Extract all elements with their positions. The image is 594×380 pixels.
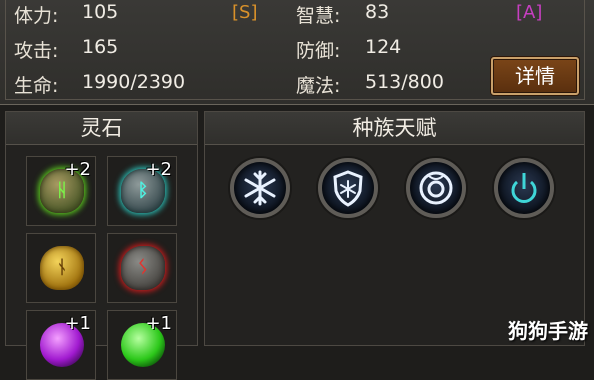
attack-value: 165 (82, 36, 119, 58)
mana-ring-icon (419, 171, 453, 205)
stats-panel: 体力: 105 [S] 智慧: 83 [A] 攻击: 165 防御: 124 生… (0, 0, 594, 105)
talent-snowflake[interactable] (230, 158, 290, 218)
strength-value: 105 (82, 1, 119, 23)
talent-frost-shield[interactable] (318, 158, 378, 218)
gold-rune-stone-icon: ᚾ (40, 246, 84, 290)
strength-label: 体力: (14, 5, 59, 27)
watermark: 狗狗手游 (508, 319, 588, 343)
rune-slot-4[interactable]: ᛊ (107, 233, 177, 303)
rune-level-badge: +1 (145, 313, 172, 334)
defense-label: 防御: (296, 40, 341, 62)
rune-slot-5[interactable]: +1 (26, 310, 96, 380)
rune-level-badge: +2 (64, 159, 91, 180)
talent-power[interactable] (494, 158, 554, 218)
rune-slot-6[interactable]: +1 (107, 310, 177, 380)
rune-level-badge: +1 (64, 313, 91, 334)
mana-label: 魔法: (296, 75, 341, 97)
red-rune-stone-icon: ᛊ (121, 246, 165, 290)
strength-grade: [S] (232, 2, 258, 23)
rune-panel-body: ᚺ +2 ᛒ +2 ᚾ ᛊ +1 +1 (6, 145, 197, 380)
wisdom-value: 83 (365, 1, 390, 23)
wisdom-grade: [A] (516, 2, 543, 23)
talent-panel: 种族天赋 (204, 111, 585, 346)
rune-slot-1[interactable]: ᚺ +2 (26, 156, 96, 226)
mana-value: 513/800 (365, 71, 444, 93)
hp-value: 1990/2390 (82, 71, 186, 93)
snowflake-icon (244, 170, 276, 206)
talent-mana-ring[interactable] (406, 158, 466, 218)
rune-panel-title: 灵石 (6, 112, 197, 145)
frost-shield-icon (333, 170, 363, 207)
rune-panel: 灵石 ᚺ +2 ᛒ +2 ᚾ ᛊ +1 +1 (5, 111, 198, 380)
wisdom-label: 智慧: (296, 5, 341, 27)
rune-level-badge: +2 (145, 159, 172, 180)
hp-label: 生命: (14, 75, 59, 97)
power-symbol-icon (511, 173, 537, 203)
rune-slot-2[interactable]: ᛒ +2 (107, 156, 177, 226)
detail-button[interactable]: 详情 (491, 57, 579, 95)
rune-slot-3[interactable]: ᚾ (26, 233, 96, 303)
defense-value: 124 (365, 36, 402, 58)
attack-label: 攻击: (14, 40, 59, 62)
talent-panel-title: 种族天赋 (205, 112, 584, 145)
